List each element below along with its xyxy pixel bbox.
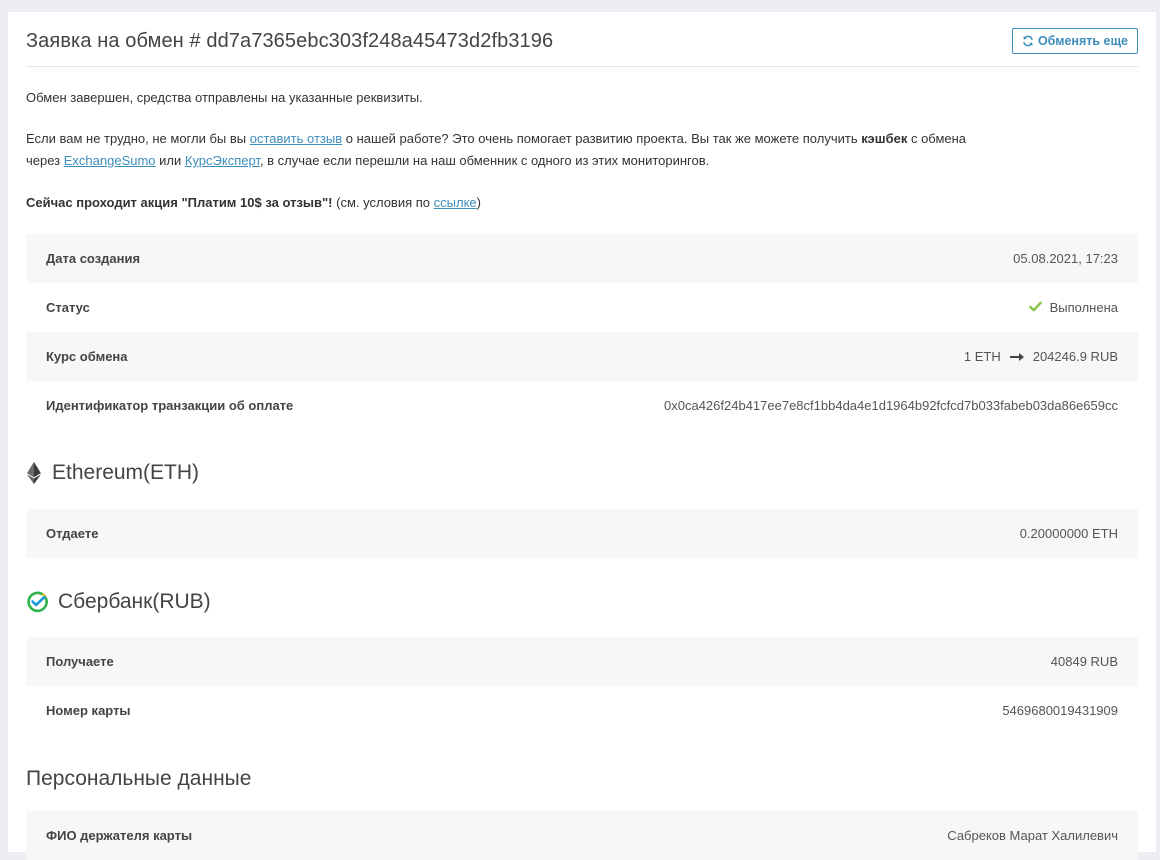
promo-title: Сейчас проходит акция "Платим 10$ за отз… [26, 195, 333, 210]
promo-message: Сейчас проходит акция "Платим 10$ за отз… [26, 192, 481, 214]
cashback-label: кэшбек [861, 131, 908, 146]
created-value: 05.08.2021, 17:23 [1013, 251, 1118, 266]
leave-review-link[interactable]: оставить отзыв [250, 131, 342, 146]
review-text-3: с обмена [907, 131, 967, 146]
rate-to: 204246.9 RUB [1032, 349, 1118, 364]
details-row-created: Дата создания 05.08.2021, 17:23 [26, 234, 1138, 283]
receive-amount-value: 40849 RUB [1050, 654, 1118, 669]
created-label: Дата создания [46, 251, 141, 266]
personal-section-title: Персональные данные [26, 767, 251, 791]
receive-amount-row: Получаете 40849 RUB [26, 637, 1138, 686]
review-text-6: , в случае если перешли на наш обменник … [259, 153, 710, 168]
personal-table: ФИО держателя карты Сабреков Марат Халил… [26, 811, 1138, 860]
exchange-more-button[interactable]: Обменять еще [1011, 28, 1138, 54]
card-number-label: Номер карты [46, 703, 131, 718]
give-value: 0.20000000 ETH [1019, 526, 1118, 541]
status-text: Выполнена [1049, 300, 1118, 315]
promo-close: ) [476, 195, 481, 210]
page-title: Заявка на обмен # dd7a7365ebc303f248a454… [26, 30, 554, 52]
card-number-value: 5469680019431909 [1002, 703, 1118, 718]
rate-from: 1 ETH [963, 349, 1001, 364]
review-text-5: или [155, 153, 185, 168]
give-row: Отдаете 0.20000000 ETH [26, 509, 1138, 558]
receive-section-title: Сбербанк(RUB) [26, 590, 211, 614]
receive-table: Получаете 40849 RUB Номер карты 54696800… [26, 637, 1138, 735]
order-card: Заявка на обмен # dd7a7365ebc303f248a454… [8, 12, 1156, 860]
holder-row: ФИО держателя карты Сабреков Марат Халил… [26, 811, 1138, 860]
give-section-title: Ethereum(ETH) [26, 461, 199, 485]
details-row-txid: Идентификатор транзакции об оплате 0x0ca… [26, 381, 1138, 430]
personal-title: Персональные данные [26, 767, 252, 790]
give-currency-title: Ethereum(ETH) [52, 461, 200, 484]
card-number-row: Номер карты 5469680019431909 [26, 686, 1138, 735]
rate-value: 1 ETH 204246.9 RUB [964, 349, 1118, 364]
promo-link[interactable]: ссылке [434, 195, 477, 210]
completed-message: Обмен завершен, средства отправлены на у… [26, 90, 423, 105]
review-request: Если вам не трудно, не могли бы вы остав… [26, 128, 966, 172]
kursexpert-link[interactable]: КурсЭксперт [185, 153, 260, 168]
holder-label: ФИО держателя карты [46, 828, 193, 843]
status-label: Статус [46, 300, 90, 315]
sberbank-icon [27, 591, 48, 613]
promo-text: (см. условия по [332, 195, 434, 210]
review-text-1: Если вам не трудно, не могли бы вы [26, 131, 250, 146]
review-text-4: через [26, 153, 64, 168]
status-value: Выполнена [1028, 300, 1118, 316]
order-header: Заявка на обмен # dd7a7365ebc303f248a454… [26, 26, 1138, 67]
review-text-2: о нашей работе? Это очень помогает разви… [342, 131, 862, 146]
details-row-rate: Курс обмена 1 ETH 204246.9 RUB [26, 332, 1138, 381]
exchange-more-label: Обменять еще [1037, 34, 1128, 48]
txid-value: 0x0ca426f24b417ee7e8cf1bb4da4e1d1964b92f… [664, 398, 1118, 413]
details-row-status: Статус Выполнена [26, 283, 1138, 332]
receive-currency-title: Сбербанк(RUB) [58, 590, 211, 613]
give-label: Отдаете [46, 526, 99, 541]
order-details-table: Дата создания 05.08.2021, 17:23 Статус В… [26, 234, 1138, 430]
txid-label: Идентификатор транзакции об оплате [46, 398, 294, 413]
exchangesumo-link[interactable]: ExchangeSumo [64, 153, 156, 168]
receive-amount-label: Получаете [46, 654, 114, 669]
refresh-icon [1023, 35, 1033, 47]
check-icon [1028, 300, 1042, 316]
give-table: Отдаете 0.20000000 ETH [26, 509, 1138, 558]
ethereum-icon [27, 462, 41, 484]
holder-value: Сабреков Марат Халилевич [947, 828, 1118, 843]
rate-label: Курс обмена [46, 349, 128, 364]
arrow-right-icon [1009, 352, 1024, 361]
